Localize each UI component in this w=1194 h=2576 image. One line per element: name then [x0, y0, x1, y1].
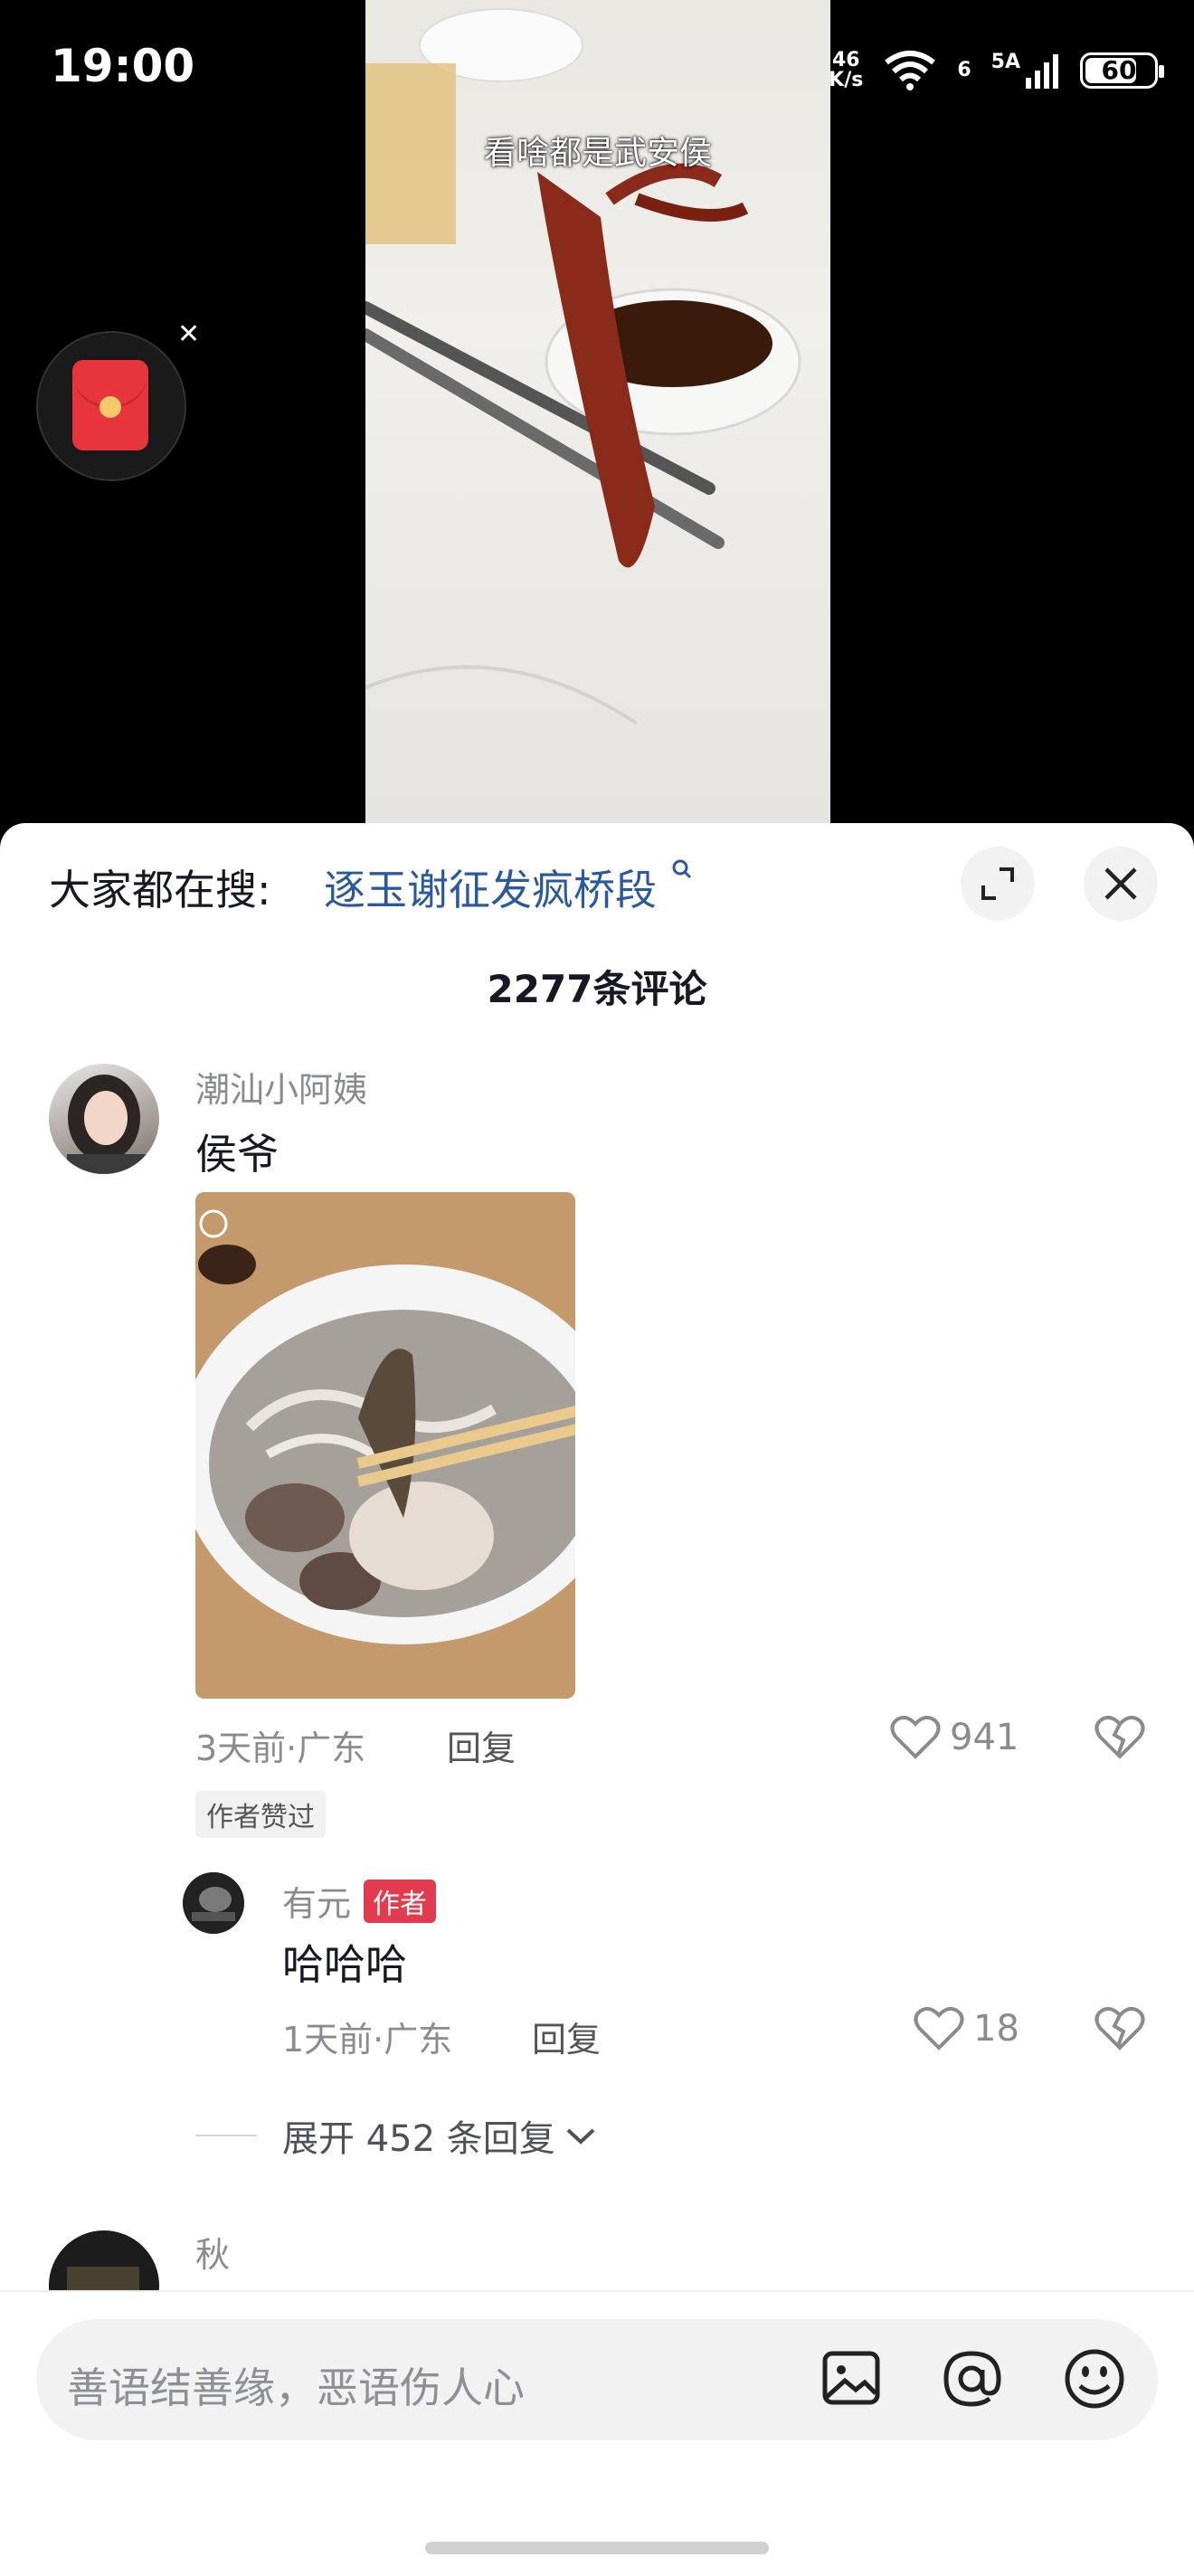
like-count: 941 [950, 1717, 1019, 1758]
avatar[interactable] [49, 1064, 159, 1174]
comment-input-placeholder: 善语结善缘，恶语伤人心 [67, 2363, 525, 2412]
comment-photo [195, 1192, 575, 1699]
comment-count: 2277条评论 [487, 967, 707, 1011]
battery-icon: 60 [1080, 52, 1164, 89]
wifi-icon [885, 51, 936, 90]
close-panel-button[interactable] [1084, 847, 1158, 921]
search-suggestion-link[interactable]: 逐玉谢征发疯桥段 [324, 857, 694, 917]
mention-button[interactable] [939, 2346, 1004, 2415]
signal-bars-icon [1026, 54, 1058, 89]
video-player[interactable]: 看啥都是武安侯 [365, 0, 830, 823]
reply-avatar-image [183, 1872, 244, 1934]
author-badge: 作者 [364, 1879, 437, 1923]
image-icon [822, 2351, 880, 2405]
at-icon [943, 2351, 1001, 2407]
expand-icon [981, 867, 1014, 900]
close-icon [1104, 867, 1137, 900]
search-icon [672, 859, 691, 879]
reply-header: 有元 作者 [282, 1876, 437, 1926]
avatar-image [67, 1075, 148, 1174]
video-caption: 看啥都是武安侯 [483, 135, 712, 172]
reply-like-count: 18 [973, 2008, 1019, 2050]
reply-time-location: 1天前·广东 [282, 2020, 453, 2060]
broken-heart-icon [1094, 2006, 1145, 2050]
home-indicator [425, 2542, 769, 2554]
search-prefix: 大家都在搜: [49, 866, 271, 914]
expand-panel-button[interactable] [961, 847, 1035, 921]
expand-replies-label: 展开 452 条回复 [282, 2118, 555, 2160]
reply-like-button[interactable]: 18 [914, 2006, 1019, 2051]
comment-username[interactable]: 潮汕小阿姨 [195, 1062, 367, 1112]
reply-button[interactable]: 回复 [447, 1720, 516, 1770]
reply-text: 哈哈哈 [282, 1940, 407, 1989]
comment-input[interactable]: 善语结善缘，恶语伤人心 [36, 2319, 1158, 2440]
emoji-icon [1065, 2349, 1124, 2409]
like-button[interactable]: 941 [890, 1715, 1019, 1760]
signal-6-label: 6 [957, 59, 971, 81]
comment-time-location: 3天前·广东 [195, 1728, 366, 1768]
net-speed: 46 K/s [829, 49, 864, 91]
comment-image[interactable] [195, 1192, 575, 1699]
reply-username[interactable]: 有元 [282, 1876, 351, 1926]
status-time: 19:00 [51, 40, 195, 92]
author-liked-tag: 作者赞过 [195, 1791, 326, 1838]
expand-divider [195, 2135, 257, 2136]
image-button[interactable] [820, 2346, 883, 2413]
comment-text: 侯爷 [195, 1130, 279, 1179]
next-comment-username[interactable]: 秋 [195, 2227, 230, 2277]
video-frame [365, 8, 801, 725]
reply-reply-button[interactable]: 回复 [532, 2012, 601, 2061]
dislike-button[interactable] [1094, 1715, 1145, 1764]
chevron-down-icon [566, 2128, 595, 2145]
red-packet-button[interactable] [36, 331, 186, 481]
red-packet-icon [72, 360, 148, 450]
close-packet-icon[interactable]: ✕ [177, 318, 200, 350]
reply-dislike-button[interactable] [1094, 2006, 1145, 2055]
heart-icon [890, 1715, 941, 1759]
reply-avatar[interactable] [183, 1872, 244, 1934]
signal-5a: 5A [991, 52, 1060, 89]
emoji-button[interactable] [1062, 2346, 1127, 2415]
expand-replies-button[interactable]: 展开 452 条回复 [282, 2109, 597, 2162]
broken-heart-icon [1094, 1715, 1145, 1759]
input-divider [0, 2290, 1194, 2292]
heart-icon [914, 2006, 964, 2050]
